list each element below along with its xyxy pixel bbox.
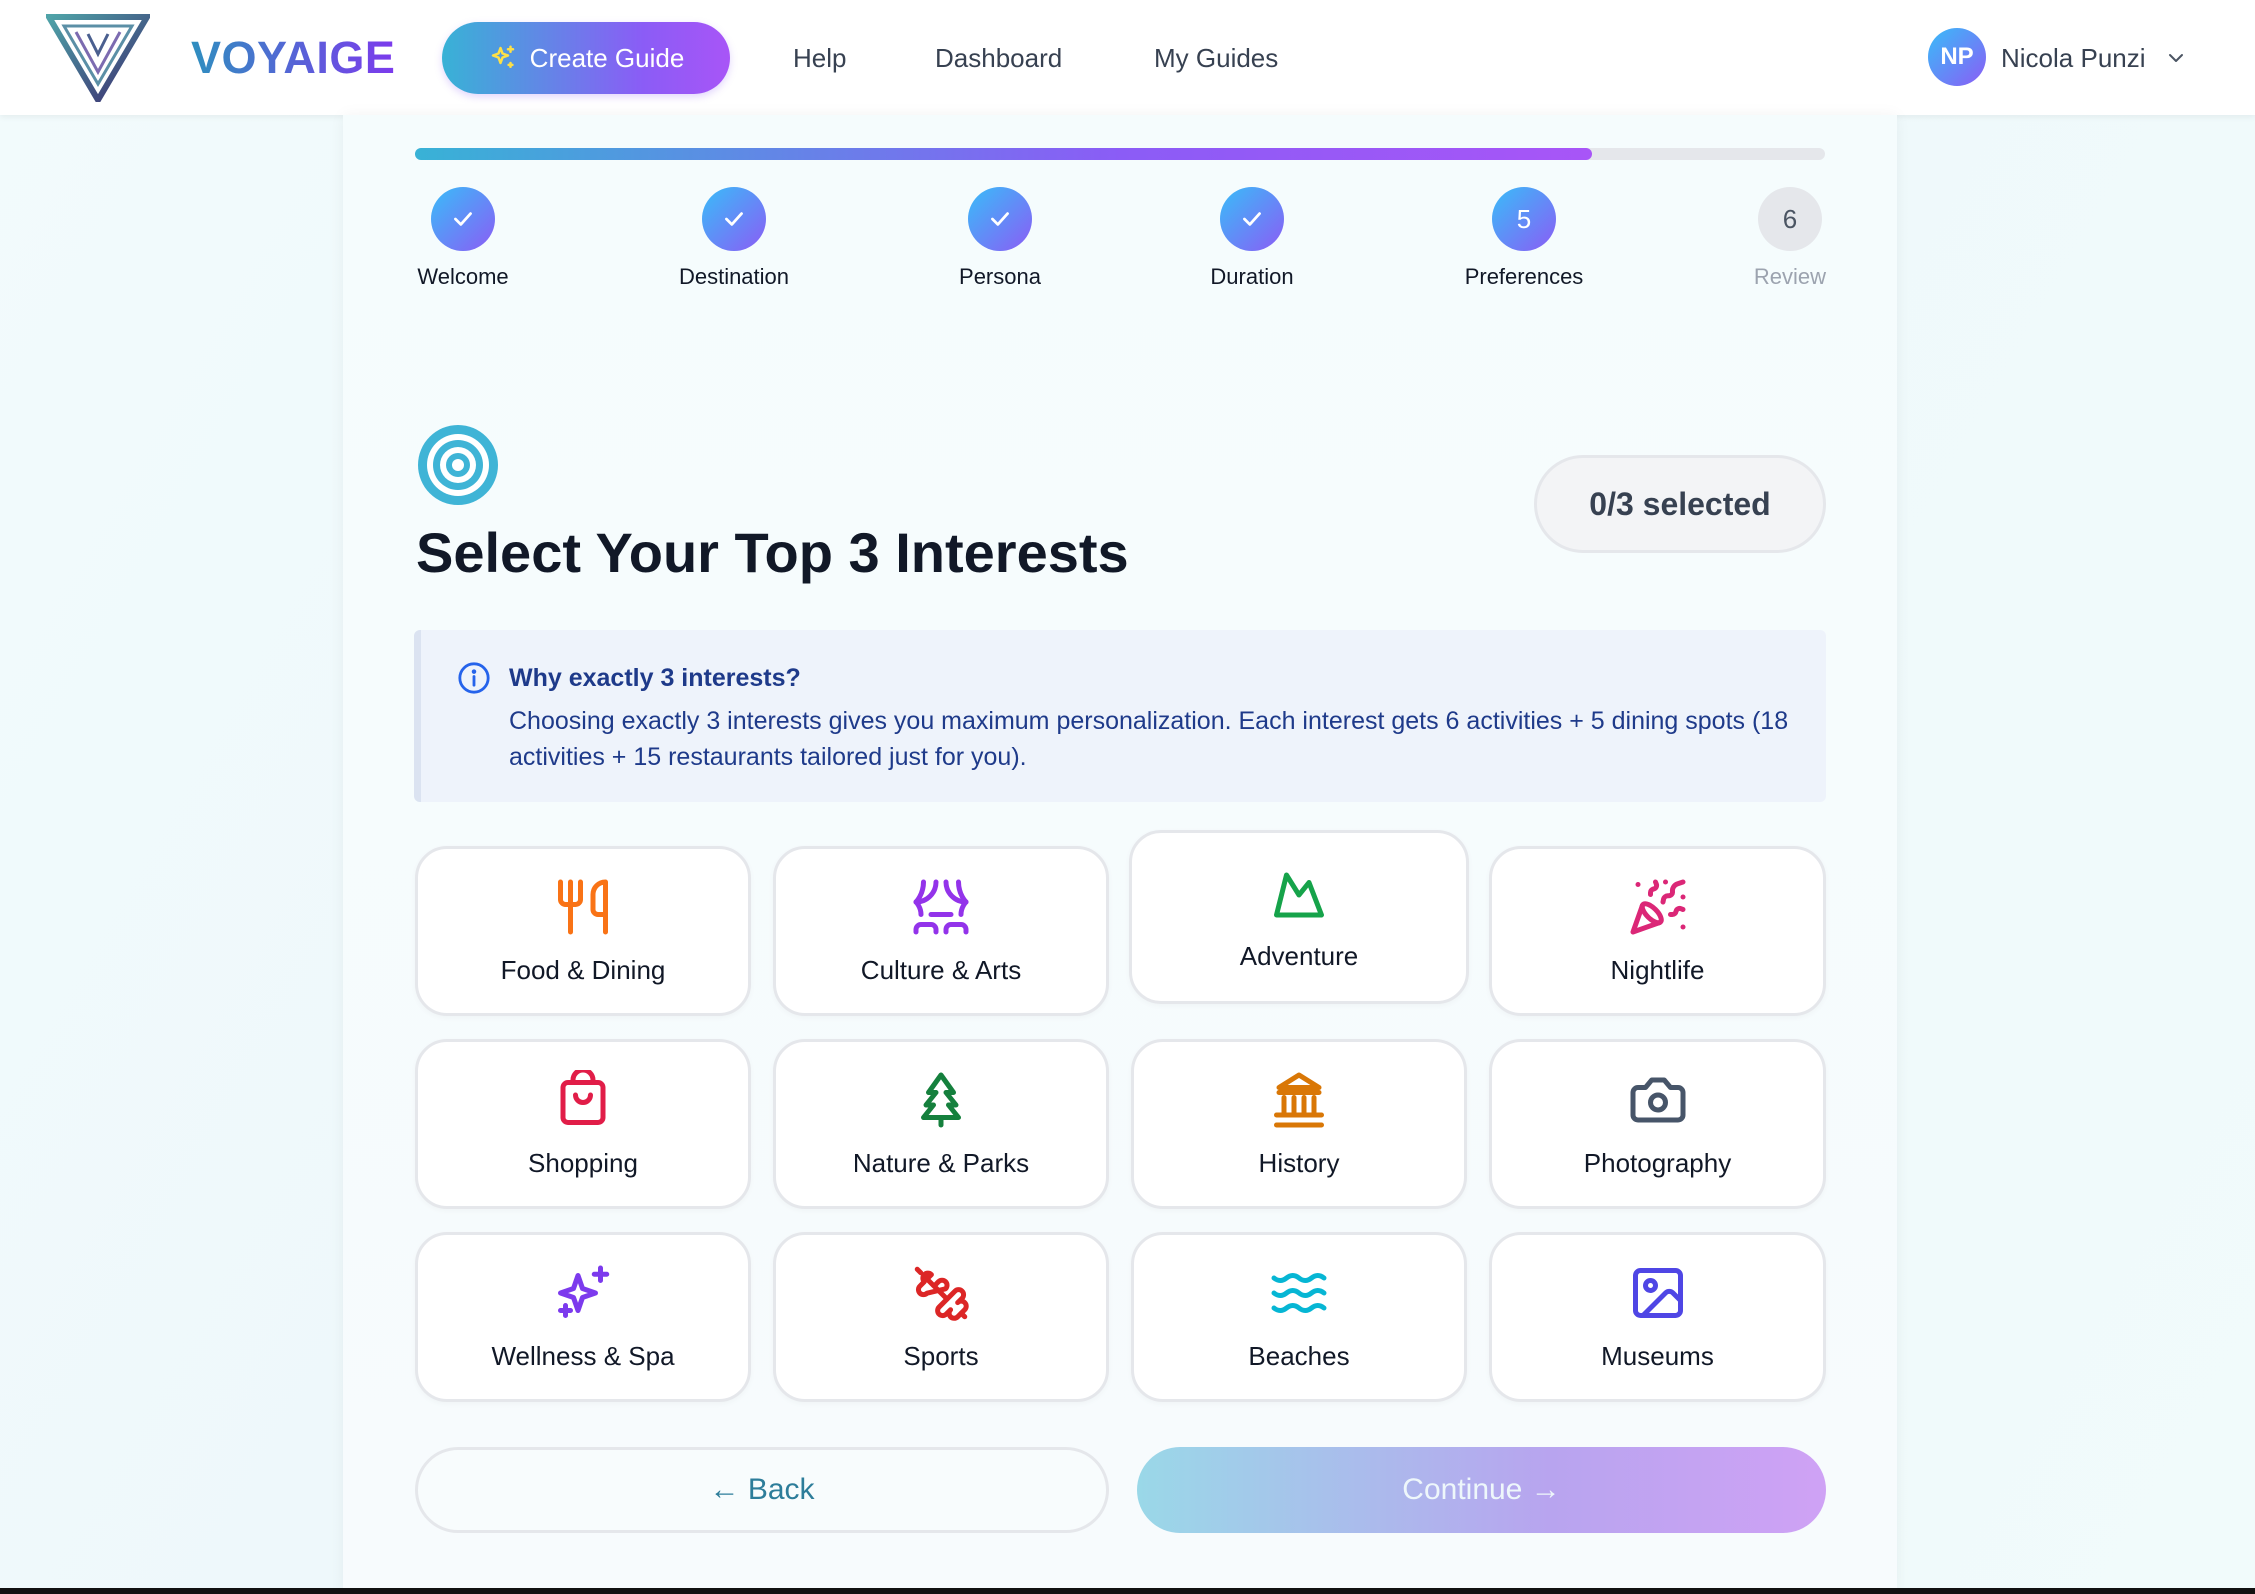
- progress-bar: [415, 148, 1825, 160]
- interest-history[interactable]: History: [1131, 1039, 1467, 1209]
- waves-icon: [1271, 1273, 1327, 1313]
- interest-label: Shopping: [528, 1148, 638, 1178]
- interest-food-dining[interactable]: Food & Dining: [415, 846, 751, 1016]
- interest-photography[interactable]: Photography: [1489, 1039, 1826, 1209]
- interest-label: Museums: [1601, 1341, 1714, 1371]
- nav-my-guides[interactable]: My Guides: [1154, 40, 1278, 76]
- interest-nature-parks[interactable]: Nature & Parks: [773, 1039, 1109, 1209]
- step-label-preferences: Preferences: [1464, 264, 1584, 289]
- selected-count-badge: 0/3 selected: [1534, 455, 1826, 553]
- top-navbar: VOYAIGE Create Guide Help Dashboard My G…: [0, 0, 2255, 115]
- check-icon: [991, 212, 1009, 226]
- chevron-down-icon[interactable]: [2164, 46, 2188, 70]
- utensils-icon: [558, 879, 608, 935]
- interest-shopping[interactable]: Shopping: [415, 1039, 751, 1209]
- step-persona-done: [968, 187, 1032, 251]
- create-guide-button[interactable]: Create Guide: [442, 22, 730, 94]
- interest-sports[interactable]: Sports: [773, 1232, 1109, 1402]
- interest-label: Nature & Parks: [852, 1148, 1030, 1178]
- back-button[interactable]: ← Back: [415, 1447, 1109, 1533]
- step-review-pending: 6: [1758, 187, 1822, 251]
- info-icon: [458, 662, 490, 694]
- theater-icon: [913, 879, 969, 935]
- interest-label: History: [1258, 1148, 1340, 1178]
- info-text: Choosing exactly 3 interests gives you m…: [509, 707, 1789, 771]
- tree-icon: [921, 1072, 961, 1128]
- nav-help[interactable]: Help: [793, 40, 846, 76]
- interest-beaches[interactable]: Beaches: [1131, 1232, 1467, 1402]
- step-label-review: Review: [1753, 264, 1827, 289]
- nav-dashboard[interactable]: Dashboard: [935, 40, 1062, 76]
- interest-label: Beaches: [1248, 1341, 1350, 1371]
- interest-adventure[interactable]: Adventure: [1129, 830, 1469, 1004]
- page-title: Select Your Top 3 Interests: [416, 521, 1129, 584]
- image-icon: [1632, 1268, 1683, 1318]
- info-callout: Why exactly 3 interests? Choosing exactl…: [414, 630, 1826, 802]
- info-title: Why exactly 3 interests?: [509, 664, 801, 692]
- sparkles-icon: [558, 1265, 610, 1318]
- interest-label: Culture & Arts: [860, 955, 1022, 985]
- interest-label: Food & Dining: [500, 955, 666, 985]
- user-avatar[interactable]: NP: [1928, 28, 1986, 86]
- step-preferences-current: 5: [1492, 187, 1556, 251]
- check-icon: [1243, 212, 1261, 226]
- interest-label: Wellness & Spa: [491, 1341, 675, 1371]
- progress-fill: [415, 148, 1593, 160]
- user-name[interactable]: Nicola Punzi: [2001, 40, 2146, 76]
- interest-museums[interactable]: Museums: [1489, 1232, 1826, 1402]
- sparkles-icon: [491, 45, 514, 68]
- target-icon: [418, 425, 498, 505]
- step-label-duration: Duration: [1210, 264, 1294, 289]
- interest-label: Adventure: [1239, 941, 1359, 971]
- window-bottom-edge: [0, 1588, 2255, 1594]
- step-label-persona: Persona: [959, 264, 1041, 289]
- voyaige-logo-icon[interactable]: [46, 14, 150, 102]
- camera-icon: [1630, 1077, 1685, 1123]
- shopping-bag-icon: [560, 1070, 606, 1125]
- check-icon: [725, 212, 743, 226]
- dumbbell-icon: [914, 1266, 969, 1321]
- interest-nightlife[interactable]: Nightlife: [1489, 846, 1826, 1016]
- create-guide-label: Create Guide: [529, 42, 685, 73]
- interest-culture-arts[interactable]: Culture & Arts: [773, 846, 1109, 1016]
- interest-label: Photography: [1583, 1148, 1732, 1178]
- interest-label: Nightlife: [1610, 955, 1705, 985]
- interest-label: Sports: [903, 1341, 979, 1371]
- step-welcome-done: [431, 187, 495, 251]
- step-duration-done: [1220, 187, 1284, 251]
- brand-name[interactable]: VOYAIGE: [191, 30, 395, 86]
- step-destination-done: [702, 187, 766, 251]
- interest-wellness-spa[interactable]: Wellness & Spa: [415, 1232, 751, 1402]
- party-popper-icon: [1630, 879, 1686, 935]
- step-label-destination: Destination: [678, 264, 790, 289]
- step-label-welcome: Welcome: [417, 264, 509, 289]
- continue-button[interactable]: Continue →: [1137, 1447, 1826, 1533]
- mountain-icon: [1274, 872, 1324, 918]
- check-icon: [454, 212, 472, 226]
- landmark-icon: [1274, 1072, 1324, 1128]
